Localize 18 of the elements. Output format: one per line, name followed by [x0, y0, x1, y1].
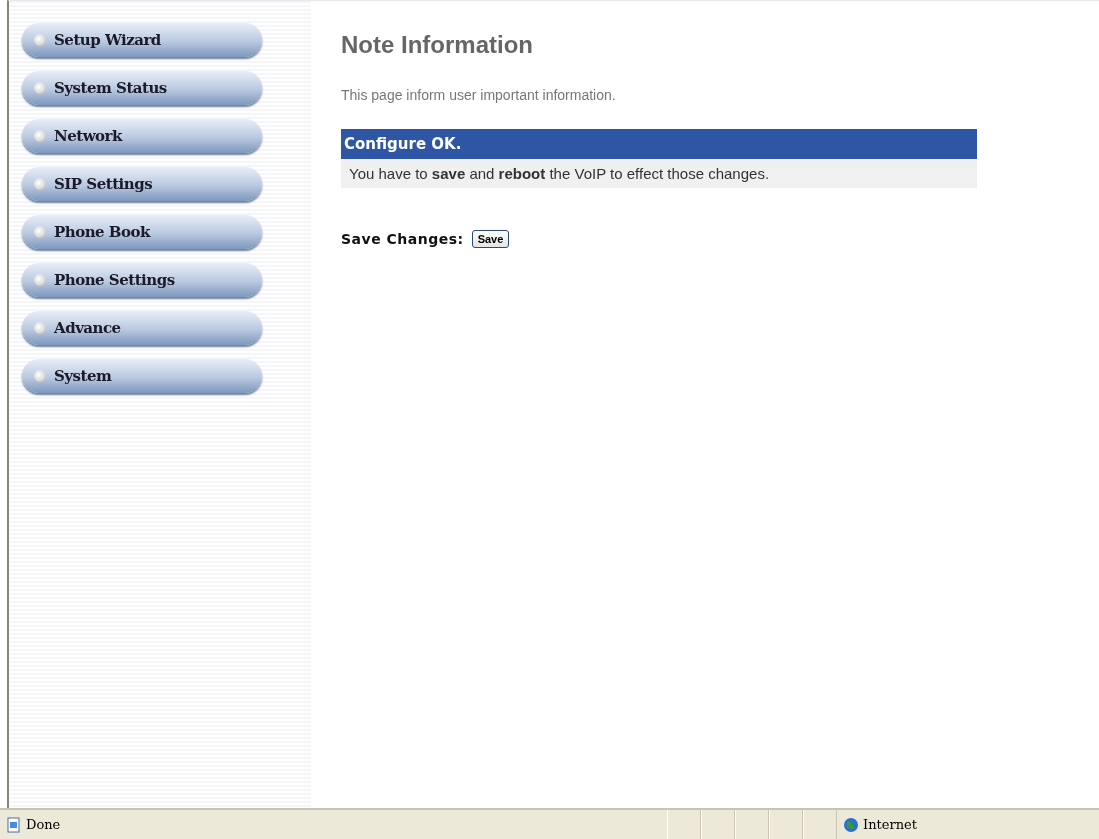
zone-text: Internet: [863, 817, 917, 832]
nav-button[interactable]: Phone Settings: [22, 263, 262, 297]
nav-button[interactable]: System: [22, 359, 262, 393]
nav-button[interactable]: Network: [22, 119, 262, 153]
page-icon: [6, 816, 22, 833]
nav-button[interactable]: SIP Settings: [22, 167, 262, 201]
page-description: This page inform user important information.: [341, 87, 617, 103]
nav-button[interactable]: Advance: [22, 311, 262, 345]
save-button[interactable]: Save: [471, 230, 510, 248]
nav-button[interactable]: System Status: [22, 71, 262, 105]
page-title: Note Information: [341, 31, 534, 59]
notice-message: You have to save and reboot the VoIP to effect those changes.: [341, 159, 977, 188]
status-text: Done: [26, 817, 61, 832]
globe-icon: [843, 816, 859, 833]
save-changes-label: Save Changes:: [341, 231, 464, 247]
nav-button[interactable]: Setup Wizard: [22, 23, 262, 57]
nav-button[interactable]: Phone Book: [22, 215, 262, 249]
notice-heading: Configure OK.: [341, 129, 977, 159]
